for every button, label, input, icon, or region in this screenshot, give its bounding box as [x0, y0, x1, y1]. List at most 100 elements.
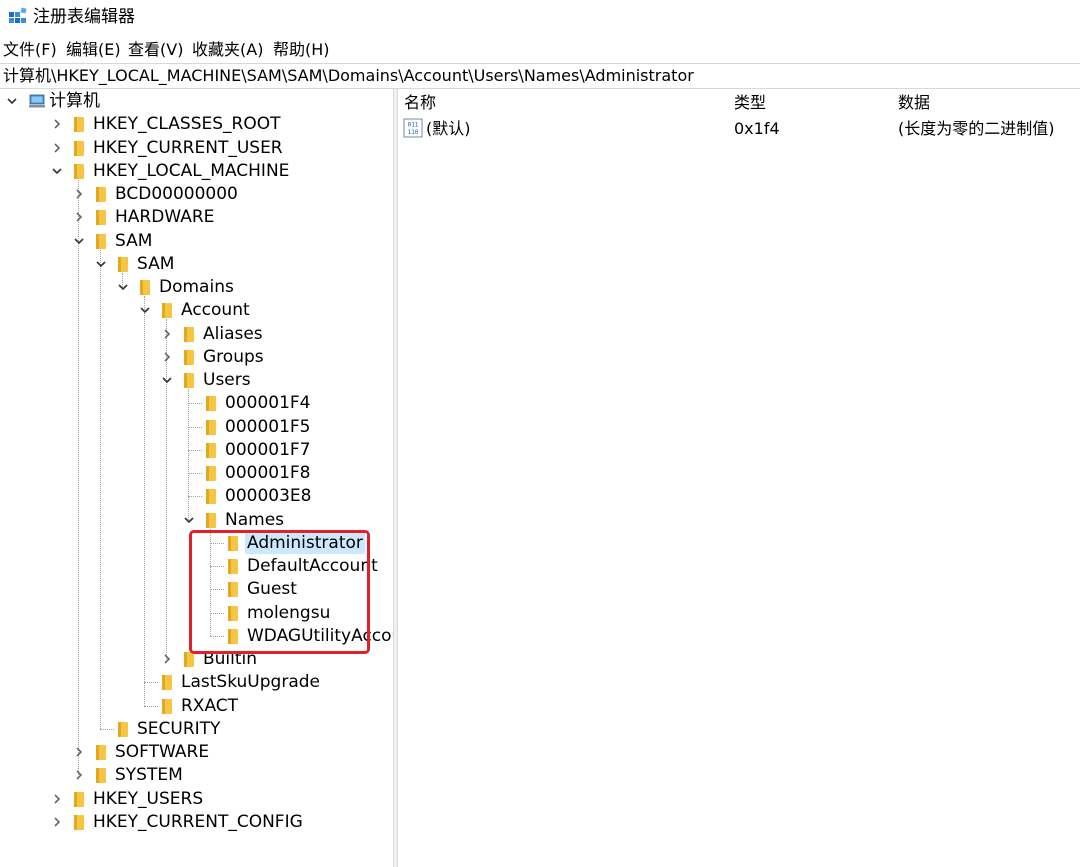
tree-node-names[interactable]: Names	[0, 509, 393, 532]
tree-node-hkey-classes-root[interactable]: HKEY_CLASSES_ROOT	[0, 113, 393, 136]
tree-node-sam[interactable]: SAM	[0, 253, 393, 276]
tree-node-label[interactable]: SAM	[135, 254, 176, 275]
folder-icon	[162, 698, 172, 714]
column-header-name[interactable]: 名称	[404, 93, 436, 113]
tree-node-label[interactable]: 000001F5	[223, 417, 313, 438]
tree-node-label[interactable]: SYSTEM	[113, 765, 185, 786]
binary-value-icon: 011 110	[403, 118, 423, 138]
tree-node-label[interactable]: BCD00000000	[113, 184, 240, 205]
tree-node-hkey-current-config[interactable]: HKEY_CURRENT_CONFIG	[0, 811, 393, 834]
chevron-right-icon[interactable]	[51, 816, 63, 828]
chevron-down-icon[interactable]	[139, 304, 151, 316]
tree-node-000001f5[interactable]: 000001F5	[0, 416, 393, 439]
folder-icon	[162, 303, 172, 319]
tree-node-bcd00000000[interactable]: BCD00000000	[0, 183, 393, 206]
tree-node-software[interactable]: SOFTWARE	[0, 741, 393, 764]
tree-node-account[interactable]: Account	[0, 299, 393, 322]
tree-node-000001f8[interactable]: 000001F8	[0, 462, 393, 485]
tree-node-label[interactable]: 计算机	[47, 91, 102, 112]
chevron-right-icon[interactable]	[161, 653, 173, 665]
tree-node-hardware[interactable]: HARDWARE	[0, 206, 393, 229]
tree-node-hkey-users[interactable]: HKEY_USERS	[0, 788, 393, 811]
chevron-right-icon[interactable]	[161, 328, 173, 340]
menu-help[interactable]: 帮助(H)	[273, 40, 330, 60]
tree-node-label[interactable]: Names	[223, 510, 286, 531]
svg-text:011: 011	[408, 122, 419, 129]
tree-node-security[interactable]: SECURITY	[0, 718, 393, 741]
folder-icon	[96, 210, 106, 226]
tree-node-label[interactable]: HKEY_USERS	[91, 789, 205, 810]
chevron-down-icon[interactable]	[95, 258, 107, 270]
menu-file[interactable]: 文件(F)	[3, 40, 57, 60]
chevron-right-icon[interactable]	[51, 793, 63, 805]
menu-favorites[interactable]: 收藏夹(A)	[192, 40, 263, 60]
folder-icon	[184, 349, 194, 365]
tree-node-hkey-local-machine[interactable]: HKEY_LOCAL_MACHINE	[0, 160, 393, 183]
tree-node-label[interactable]: Users	[201, 370, 253, 391]
chevron-right-icon[interactable]	[161, 351, 173, 363]
menu-view[interactable]: 查看(V)	[128, 40, 183, 60]
tree-node-label[interactable]: HARDWARE	[113, 207, 216, 228]
chevron-right-icon[interactable]	[73, 188, 85, 200]
chevron-right-icon[interactable]	[73, 746, 85, 758]
chevron-right-icon[interactable]	[73, 769, 85, 781]
column-header-type[interactable]: 类型	[734, 93, 766, 113]
folder-icon	[206, 489, 216, 505]
chevron-down-icon[interactable]	[6, 95, 18, 107]
column-header-data[interactable]: 数据	[898, 93, 930, 113]
tree-node-label[interactable]: Account	[179, 300, 252, 321]
tree-node-label[interactable]: RXACT	[179, 696, 240, 717]
tree-node-label[interactable]: SOFTWARE	[113, 742, 211, 763]
chevron-down-icon[interactable]	[73, 235, 85, 247]
tree-node-sam[interactable]: SAM	[0, 230, 393, 253]
tree-node-lastskuupgrade[interactable]: LastSkuUpgrade	[0, 671, 393, 694]
tree-node-rxact[interactable]: RXACT	[0, 695, 393, 718]
chevron-down-icon[interactable]	[183, 514, 195, 526]
tree-node-users[interactable]: Users	[0, 369, 393, 392]
tree-node-000001f4[interactable]: 000001F4	[0, 392, 393, 415]
tree-node-system[interactable]: SYSTEM	[0, 764, 393, 787]
value-row[interactable]: 011 110 (默认) 0x1f4 (长度为零的二进制值)	[398, 117, 1080, 141]
key-tree-pane[interactable]: 计算机 HKEY_CLASSES_ROOT HKEY_CURRENT_USER HKE…	[0, 89, 393, 867]
tree-node-domains[interactable]: Domains	[0, 276, 393, 299]
annotation-highlight-box	[189, 530, 370, 654]
tree-node-000001f7[interactable]: 000001F7	[0, 439, 393, 462]
tree-node-aliases[interactable]: Aliases	[0, 323, 393, 346]
menu-edit[interactable]: 编辑(E)	[66, 40, 121, 60]
chevron-down-icon[interactable]	[161, 374, 173, 386]
address-bar[interactable]: 计算机\HKEY_LOCAL_MACHINE\SAM\SAM\Domains\A…	[0, 63, 1080, 89]
tree-node-label[interactable]: 000003E8	[223, 486, 313, 507]
tree-node-label[interactable]: HKEY_CURRENT_CONFIG	[91, 812, 305, 833]
tree-node-label[interactable]: LastSkuUpgrade	[179, 672, 322, 693]
tree-node-label[interactable]: HKEY_LOCAL_MACHINE	[91, 161, 291, 182]
tree-node-label[interactable]: Aliases	[201, 324, 265, 345]
tree-node-groups[interactable]: Groups	[0, 346, 393, 369]
computer-icon	[29, 94, 45, 108]
tree-node-label[interactable]: SECURITY	[135, 719, 222, 740]
tree-node-label[interactable]: 000001F8	[223, 463, 313, 484]
folder-icon	[206, 466, 216, 481]
tree-node-000003e8[interactable]: 000003E8	[0, 485, 393, 508]
tree-node-label[interactable]: 000001F7	[223, 440, 313, 461]
tree-node-label[interactable]: Domains	[157, 277, 236, 298]
chevron-down-icon[interactable]	[51, 165, 63, 177]
tree-node-computer[interactable]: 计算机	[0, 90, 393, 113]
folder-icon	[118, 256, 128, 272]
chevron-right-icon[interactable]	[51, 142, 63, 154]
folder-icon	[184, 326, 194, 342]
tree-node-label[interactable]: HKEY_CURRENT_USER	[91, 138, 285, 159]
tree-node-label[interactable]: Groups	[201, 347, 266, 368]
tree-node-label[interactable]: SAM	[113, 231, 154, 252]
svg-text:110: 110	[408, 129, 419, 136]
chevron-right-icon[interactable]	[73, 211, 85, 223]
values-list-pane[interactable]: 名称 类型 数据 011 110 (默认) 0x1f4 (长度为零的二进制值)	[398, 89, 1080, 867]
tree-node-label[interactable]: HKEY_CLASSES_ROOT	[91, 114, 283, 135]
folder-icon	[162, 675, 172, 691]
chevron-down-icon[interactable]	[117, 281, 129, 293]
window-title: 注册表编辑器	[33, 7, 135, 27]
tree-node-hkey-current-user[interactable]: HKEY_CURRENT_USER	[0, 137, 393, 160]
tree-node-label[interactable]: 000001F4	[223, 393, 313, 414]
chevron-right-icon[interactable]	[51, 118, 63, 130]
address-path[interactable]: 计算机\HKEY_LOCAL_MACHINE\SAM\SAM\Domains\A…	[3, 66, 694, 86]
folder-icon	[96, 768, 106, 784]
